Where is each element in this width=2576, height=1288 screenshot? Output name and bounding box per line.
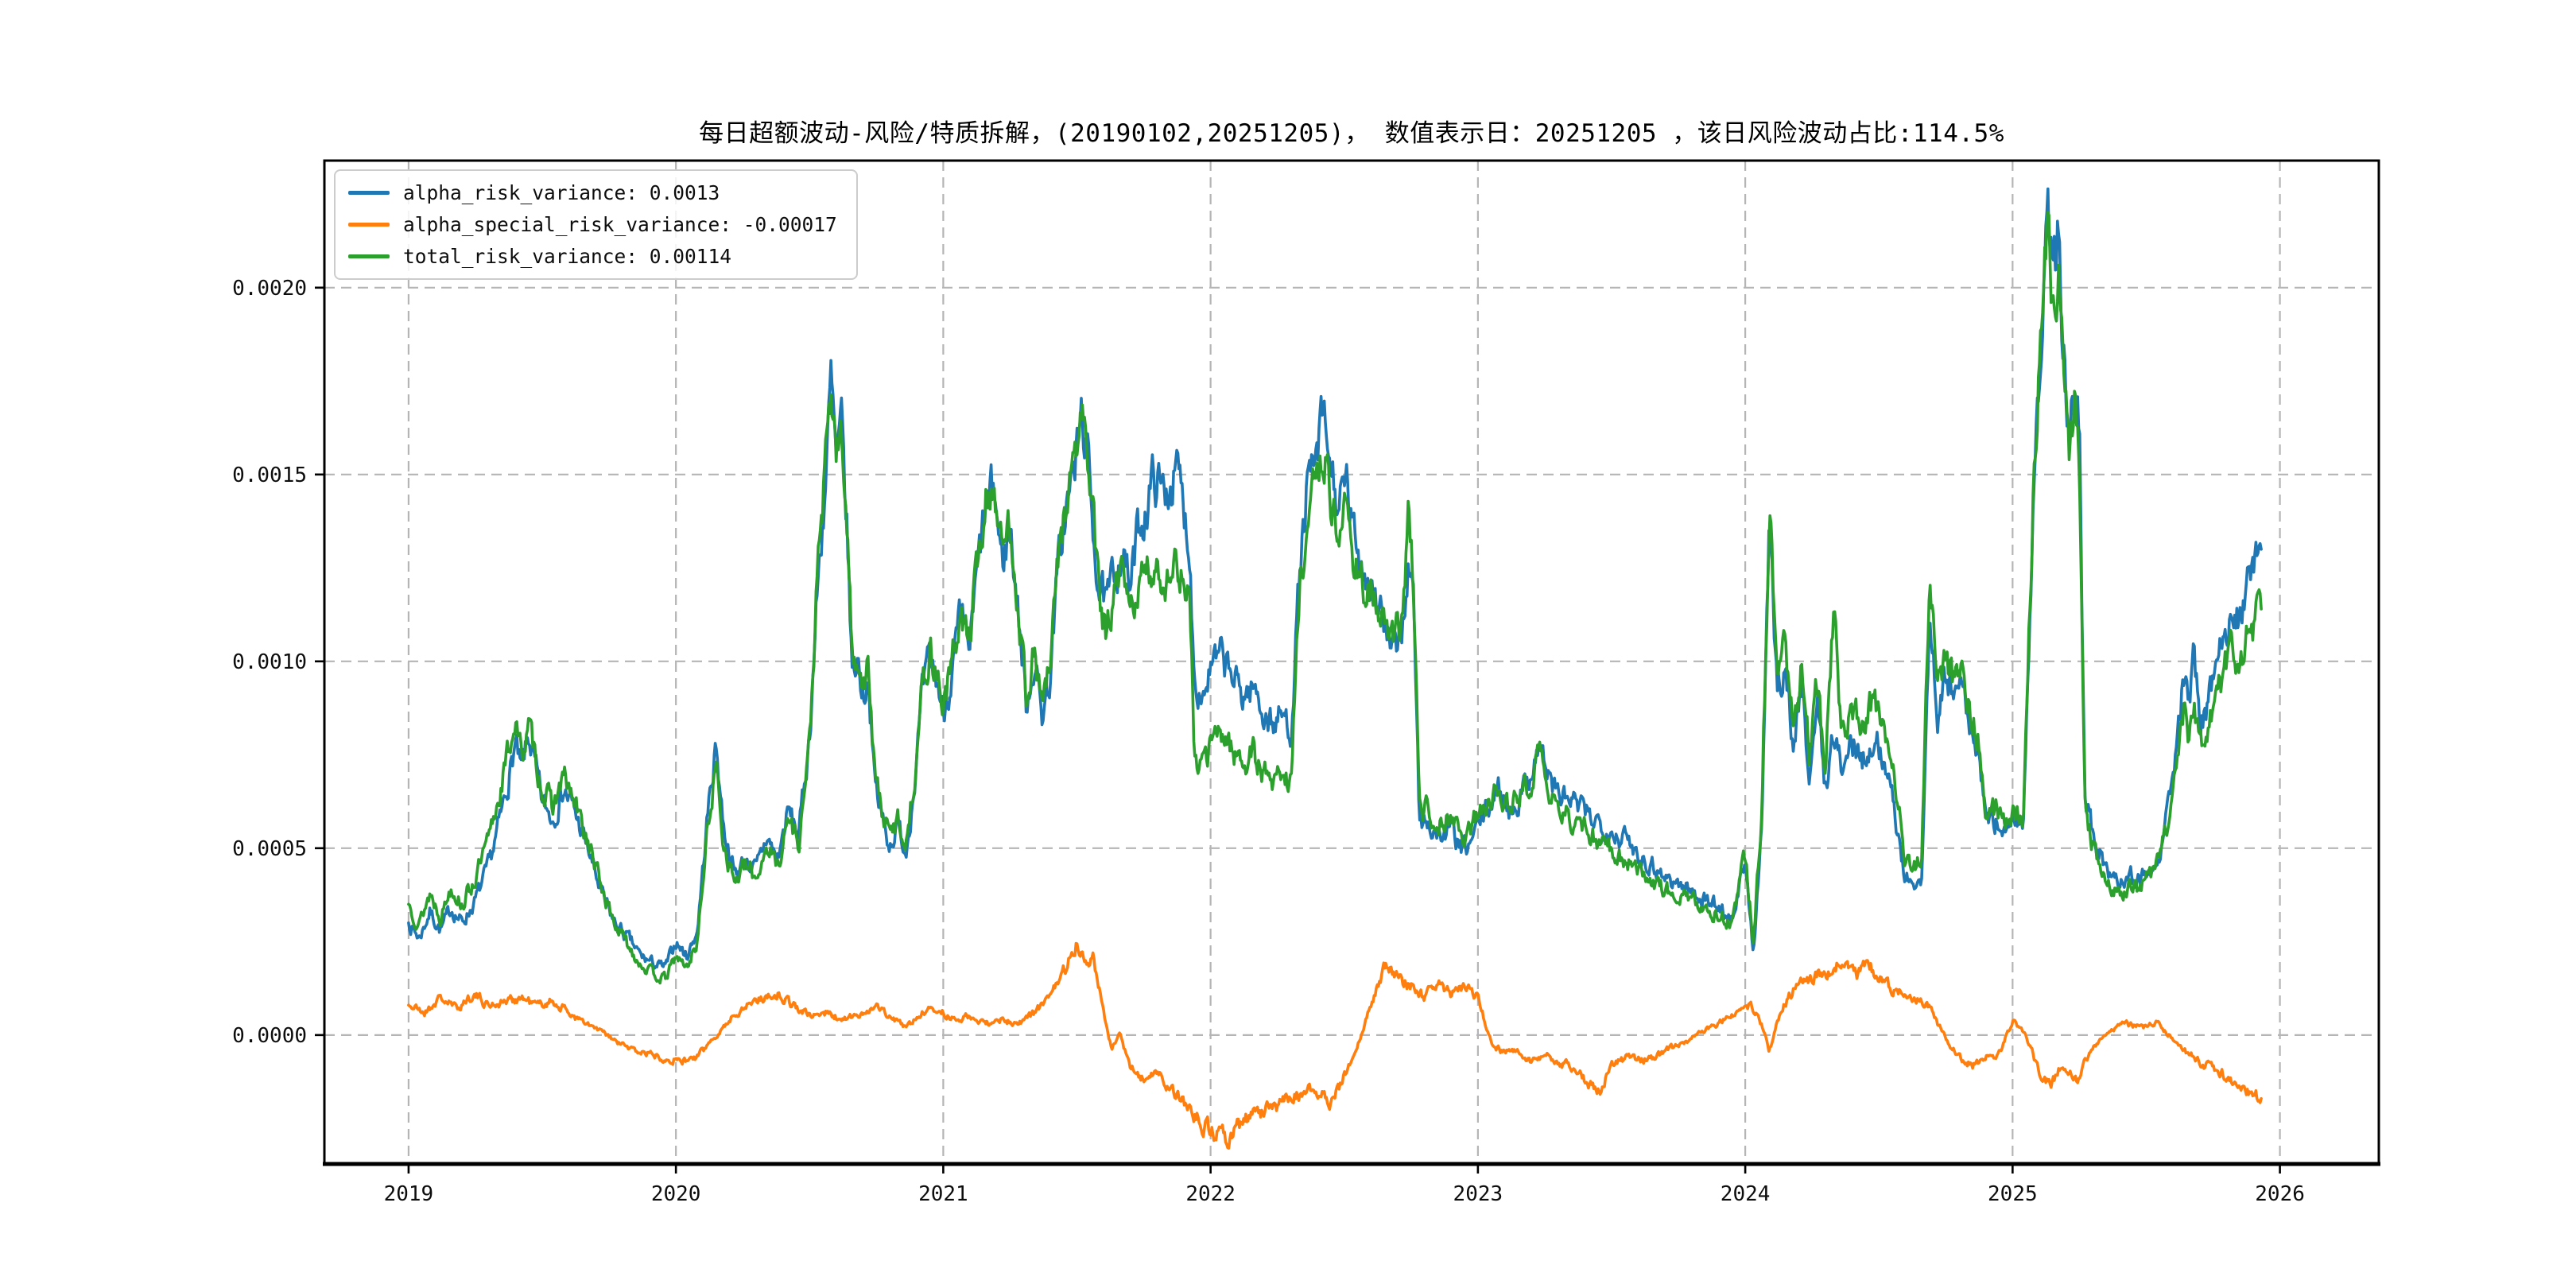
legend-line-swatch bbox=[348, 223, 390, 227]
legend-item: alpha_special_risk_variance: -0.00017 bbox=[348, 213, 837, 236]
legend-line-swatch bbox=[348, 254, 390, 258]
y-tick-label: 0.0000 bbox=[232, 1024, 307, 1048]
y-tick-label: 0.0020 bbox=[232, 277, 307, 301]
legend-item: total_risk_variance: 0.00114 bbox=[348, 245, 837, 268]
legend-label: alpha_special_risk_variance: -0.00017 bbox=[403, 213, 837, 236]
x-tick-label: 2022 bbox=[1185, 1182, 1236, 1206]
legend-line-swatch bbox=[348, 191, 390, 195]
plot-area bbox=[324, 161, 2379, 1164]
x-tick-label: 2020 bbox=[651, 1182, 701, 1206]
y-tick-label: 0.0015 bbox=[232, 464, 307, 487]
legend-box: alpha_risk_variance: 0.0013 alpha_special… bbox=[334, 169, 858, 280]
y-tick-label: 0.0005 bbox=[232, 837, 307, 861]
x-tick-label: 2019 bbox=[384, 1182, 434, 1206]
x-tick-label: 2024 bbox=[1721, 1182, 1771, 1206]
x-tick-label: 2025 bbox=[1988, 1182, 2038, 1206]
x-tick-label: 2026 bbox=[2255, 1182, 2305, 1206]
legend-label: total_risk_variance: 0.00114 bbox=[403, 245, 731, 268]
risk-decomposition-figure: 每日超额波动-风险/特质拆解，(20190102,20251205)， 数值表示… bbox=[0, 0, 2576, 1288]
legend-label: alpha_risk_variance: 0.0013 bbox=[403, 181, 720, 204]
legend-item: alpha_risk_variance: 0.0013 bbox=[348, 181, 837, 204]
x-tick-label: 2021 bbox=[918, 1182, 968, 1206]
y-tick-label: 0.0010 bbox=[232, 650, 307, 674]
x-tick-label: 2023 bbox=[1453, 1182, 1503, 1206]
